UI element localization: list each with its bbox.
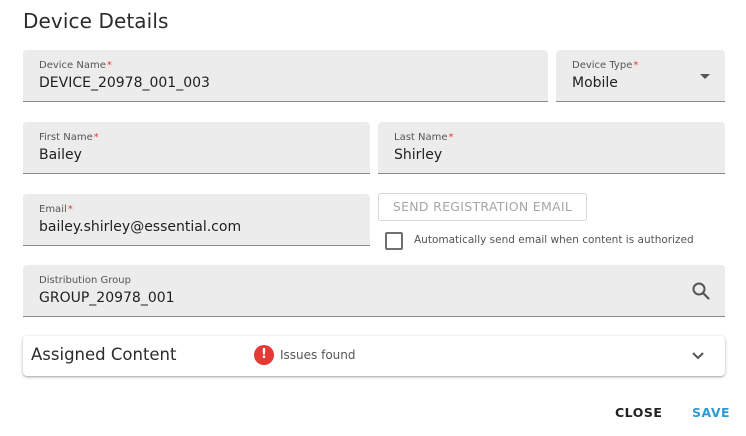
chevron-down-icon[interactable]: [691, 351, 705, 361]
last-name-field[interactable]: Last Name* Shirley: [378, 122, 725, 174]
required-mark: *: [633, 60, 639, 71]
email-label: Email*: [39, 204, 73, 215]
close-button[interactable]: CLOSE: [615, 405, 662, 420]
send-registration-email-button[interactable]: SEND REGISTRATION EMAIL: [378, 193, 587, 221]
first-name-field[interactable]: First Name* Bailey: [23, 122, 370, 174]
device-name-field[interactable]: Device Name* DEVICE_20978_001_003: [23, 50, 548, 102]
issues-status-text: Issues found: [280, 348, 356, 362]
device-type-select[interactable]: Device Type* Mobile: [556, 50, 725, 102]
error-icon: !: [254, 345, 274, 365]
distribution-group-value: GROUP_20978_001: [39, 290, 175, 306]
required-mark: *: [448, 132, 454, 143]
email-field[interactable]: Email* bailey.shirley@essential.com: [23, 194, 370, 246]
required-mark: *: [93, 132, 99, 143]
assigned-content-title: Assigned Content: [31, 345, 177, 364]
dialog-title: Device Details: [23, 9, 169, 33]
device-details-dialog: Device Details Device Name* DEVICE_20978…: [0, 0, 746, 436]
device-type-label: Device Type*: [572, 60, 639, 71]
device-name-value: DEVICE_20978_001_003: [39, 75, 210, 91]
first-name-value: Bailey: [39, 147, 82, 163]
auto-send-checkbox[interactable]: [385, 232, 403, 250]
email-value: bailey.shirley@essential.com: [39, 219, 242, 235]
required-mark: *: [106, 60, 112, 71]
last-name-label: Last Name*: [394, 132, 454, 143]
device-name-label: Device Name*: [39, 60, 112, 71]
last-name-value: Shirley: [394, 147, 443, 163]
dropdown-arrow-icon[interactable]: [700, 74, 710, 79]
first-name-label: First Name*: [39, 132, 99, 143]
required-mark: *: [67, 204, 73, 215]
auto-send-label: Automatically send email when content is…: [414, 234, 694, 246]
distribution-group-label: Distribution Group: [39, 275, 131, 286]
distribution-group-field[interactable]: Distribution Group GROUP_20978_001: [23, 265, 725, 317]
assigned-content-panel[interactable]: Assigned Content ! Issues found: [23, 336, 725, 376]
save-button[interactable]: SAVE: [692, 405, 730, 420]
device-type-value: Mobile: [572, 75, 618, 91]
search-icon[interactable]: [691, 281, 711, 301]
